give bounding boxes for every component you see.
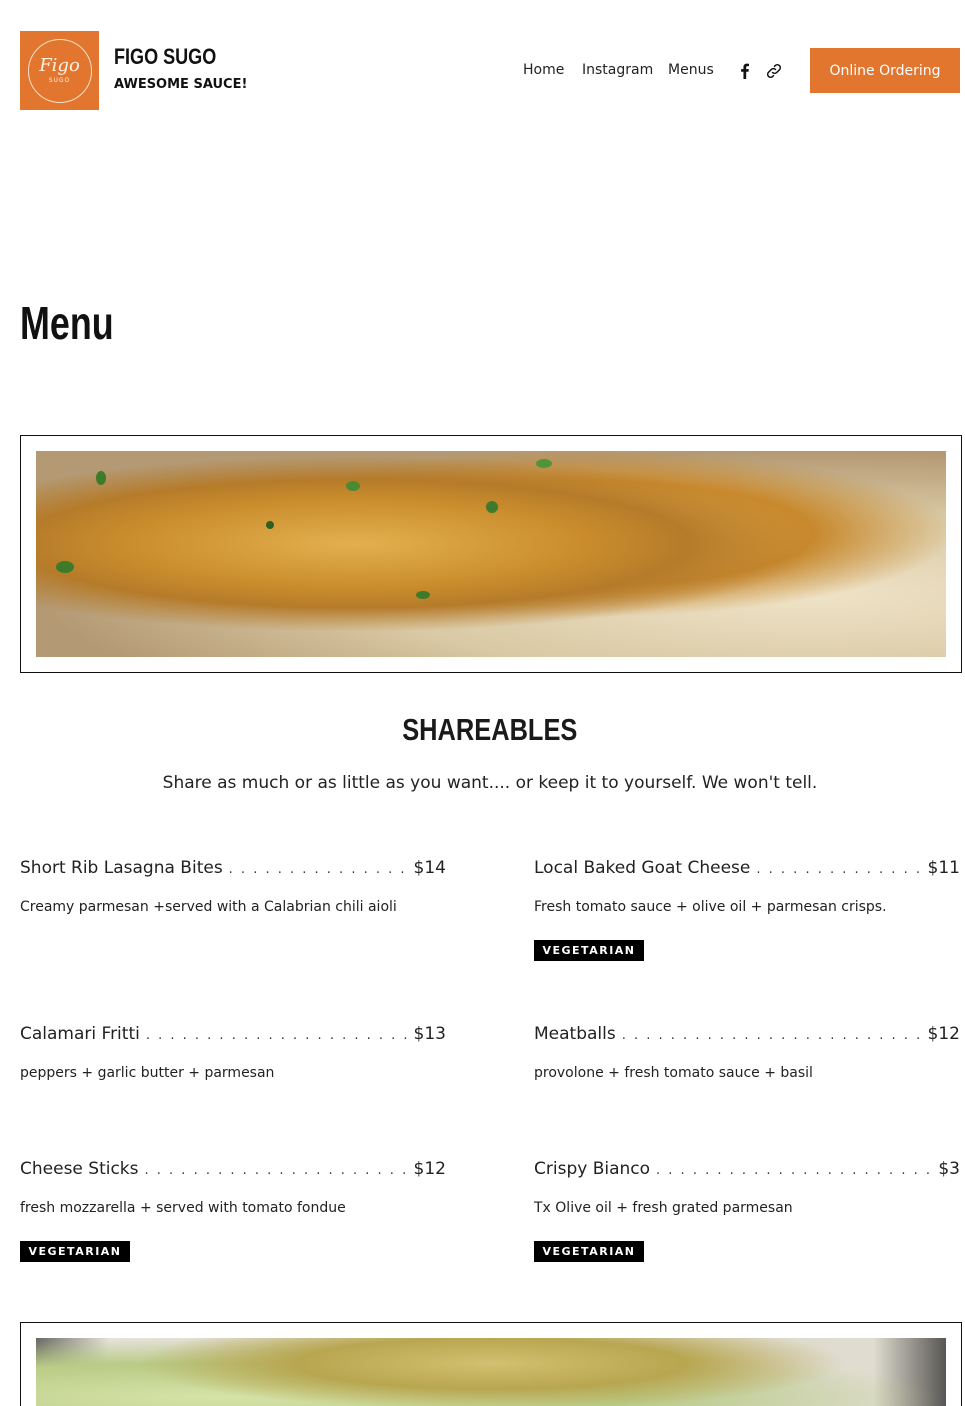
online-ordering-button[interactable]: Online Ordering [810, 48, 960, 93]
item-description: fresh mozzarella + served with tomato fo… [20, 1200, 346, 1216]
vegetarian-badge: VEGETARIAN [534, 940, 644, 961]
logo-text: Figo [39, 55, 80, 76]
item-description: Creamy parmesan +served with a Calabrian… [20, 899, 397, 915]
food-photo [36, 451, 946, 657]
vegetarian-badge: VEGETARIAN [534, 1241, 644, 1262]
item-leader-dots [622, 1028, 922, 1043]
logo-emblem: Figo SUGO [27, 38, 92, 103]
nav-menus[interactable]: Menus [668, 62, 714, 78]
nav-instagram[interactable]: Instagram [582, 62, 653, 78]
brand-name: FIGO SUGO [114, 44, 217, 69]
vegetarian-badge: VEGETARIAN [20, 1241, 130, 1262]
item-name: Crispy Bianco [534, 1159, 651, 1179]
food-photo [36, 1338, 946, 1406]
item-price: $12 [413, 1159, 446, 1179]
item-name: Short Rib Lasagna Bites [20, 858, 223, 878]
photo-frame [20, 435, 962, 673]
item-leader-dots [145, 1163, 408, 1178]
menu-item: Calamari Fritti $13 peppers + garlic but… [20, 1024, 446, 1081]
item-price: $13 [413, 1024, 446, 1044]
item-leader-dots [229, 862, 408, 877]
menu-item: Short Rib Lasagna Bites $14 Creamy parme… [20, 858, 446, 915]
brand-tagline: AWESOME SAUCE! [114, 77, 248, 92]
item-description: peppers + garlic butter + parmesan [20, 1065, 275, 1081]
item-price: $12 [927, 1024, 960, 1044]
item-leader-dots [756, 862, 921, 877]
item-price: $3 [938, 1159, 960, 1179]
item-price: $14 [413, 858, 446, 878]
menu-item: Local Baked Goat Cheese $11 Fresh tomato… [534, 858, 960, 961]
item-description: Fresh tomato sauce + olive oil + parmesa… [534, 899, 887, 915]
link-icon[interactable] [765, 62, 783, 80]
menu-item: Meatballs $12 provolone + fresh tomato s… [534, 1024, 960, 1081]
section-subtitle: Share as much or as little as you want..… [162, 773, 818, 793]
menu-item: Crispy Bianco $3 Tx Olive oil + fresh gr… [534, 1159, 960, 1262]
item-price: $11 [927, 858, 960, 878]
item-name: Calamari Fritti [20, 1024, 140, 1044]
facebook-icon[interactable] [736, 62, 754, 80]
section-title: SHAREABLES [402, 712, 578, 747]
item-description: provolone + fresh tomato sauce + basil [534, 1065, 813, 1081]
page-title: Menu [20, 297, 114, 349]
logo[interactable]: Figo SUGO [20, 31, 99, 110]
item-description: Tx Olive oil + fresh grated parmesan [534, 1200, 793, 1216]
logo-subtext: SUGO [48, 77, 71, 84]
item-leader-dots [656, 1163, 932, 1178]
item-name: Meatballs [534, 1024, 616, 1044]
photo-frame [20, 1322, 962, 1406]
item-name: Cheese Sticks [20, 1159, 139, 1179]
menu-item: Cheese Sticks $12 fresh mozzarella + ser… [20, 1159, 446, 1262]
item-name: Local Baked Goat Cheese [534, 858, 751, 878]
nav-home[interactable]: Home [523, 62, 564, 78]
item-leader-dots [146, 1028, 408, 1043]
